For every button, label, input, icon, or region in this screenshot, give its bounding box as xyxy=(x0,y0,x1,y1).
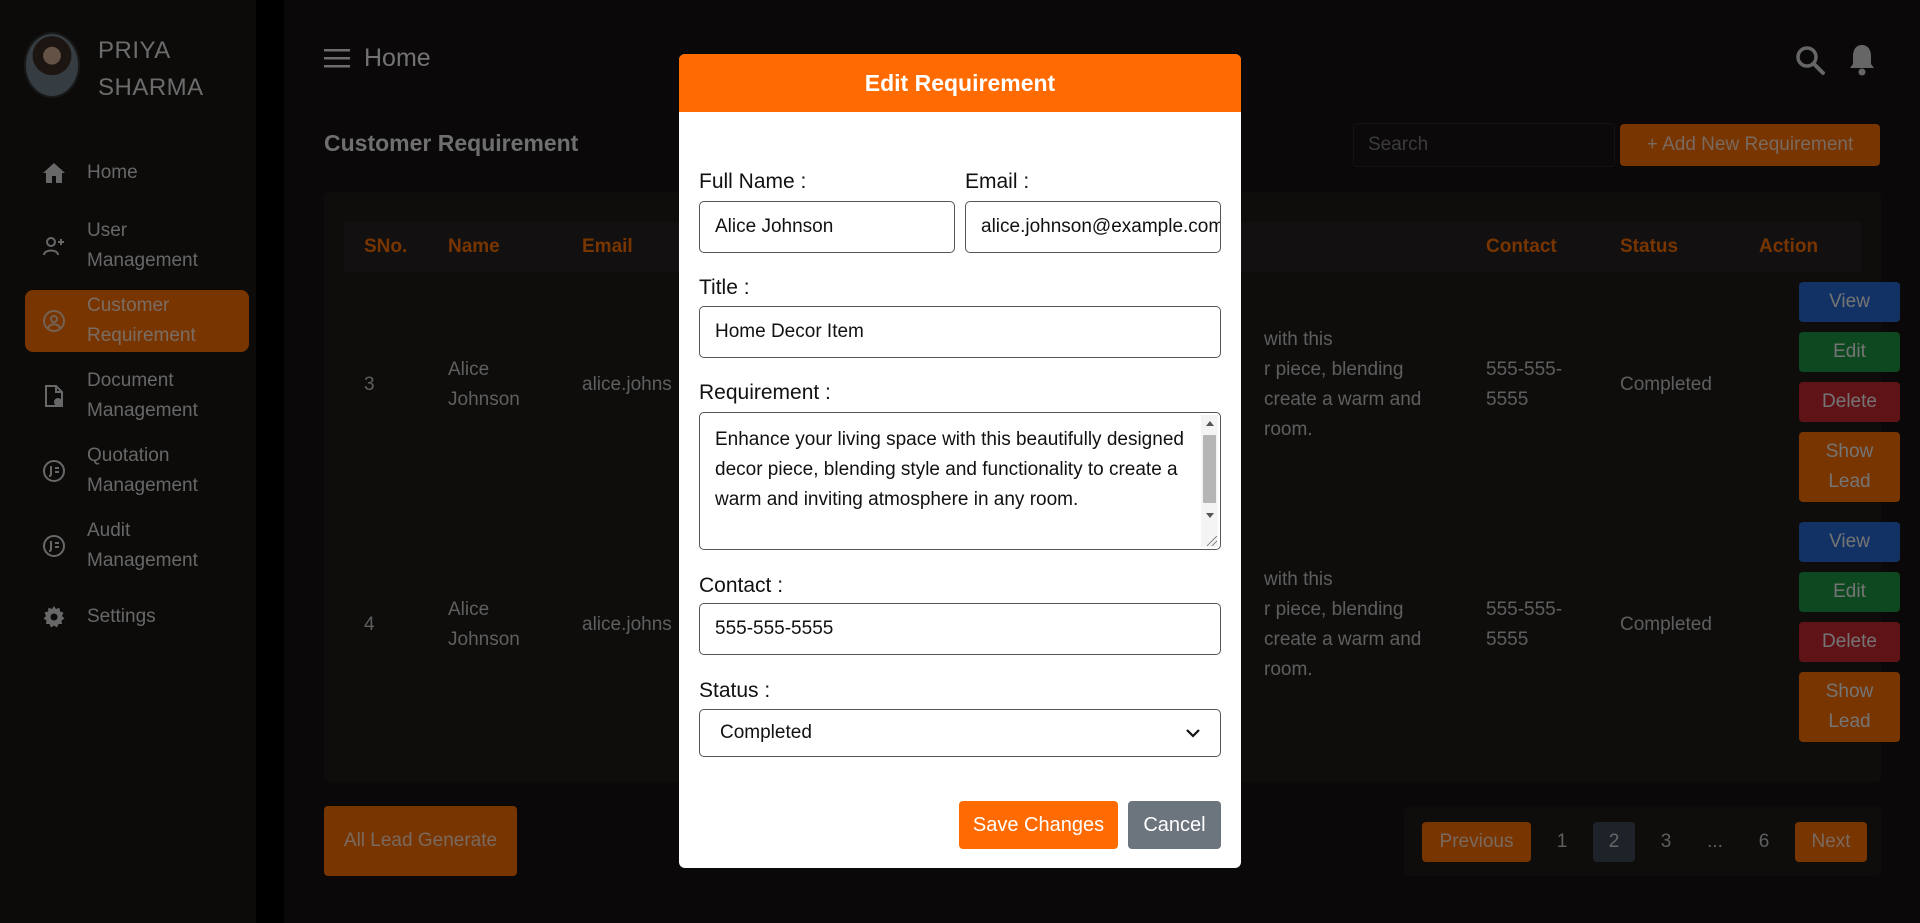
requirement-text: Enhance your living space with this beau… xyxy=(715,429,1184,510)
title-label: Title : xyxy=(699,276,750,299)
save-changes-button[interactable]: Save Changes xyxy=(959,801,1118,849)
contact-field[interactable]: 555-555-5555 xyxy=(699,603,1221,655)
modal-title: Edit Requirement xyxy=(679,54,1241,112)
cancel-button[interactable]: Cancel xyxy=(1128,801,1221,849)
status-select[interactable]: Completed xyxy=(699,709,1221,757)
contact-label: Contact : xyxy=(699,574,784,597)
email-field[interactable]: alice.johnson@example.com xyxy=(965,201,1221,253)
requirement-label: Requirement : xyxy=(699,381,831,404)
status-label: Status : xyxy=(699,679,771,702)
title-field[interactable]: Home Decor Item xyxy=(699,306,1221,358)
textarea-scroll-thumb[interactable] xyxy=(1203,435,1216,503)
full-name-label: Full Name : xyxy=(699,170,807,193)
edit-requirement-modal: Edit Requirement Full Name : Alice Johns… xyxy=(679,54,1241,868)
resize-handle-icon[interactable] xyxy=(1207,536,1217,546)
requirement-textarea[interactable]: Enhance your living space with this beau… xyxy=(699,412,1221,550)
scroll-down-arrow-icon[interactable] xyxy=(1206,513,1214,518)
full-name-field[interactable]: Alice Johnson xyxy=(699,201,955,253)
scroll-up-arrow-icon[interactable] xyxy=(1206,421,1214,426)
chevron-down-icon xyxy=(1186,722,1200,744)
status-selected-value: Completed xyxy=(720,722,812,743)
email-label: Email : xyxy=(965,170,1030,193)
